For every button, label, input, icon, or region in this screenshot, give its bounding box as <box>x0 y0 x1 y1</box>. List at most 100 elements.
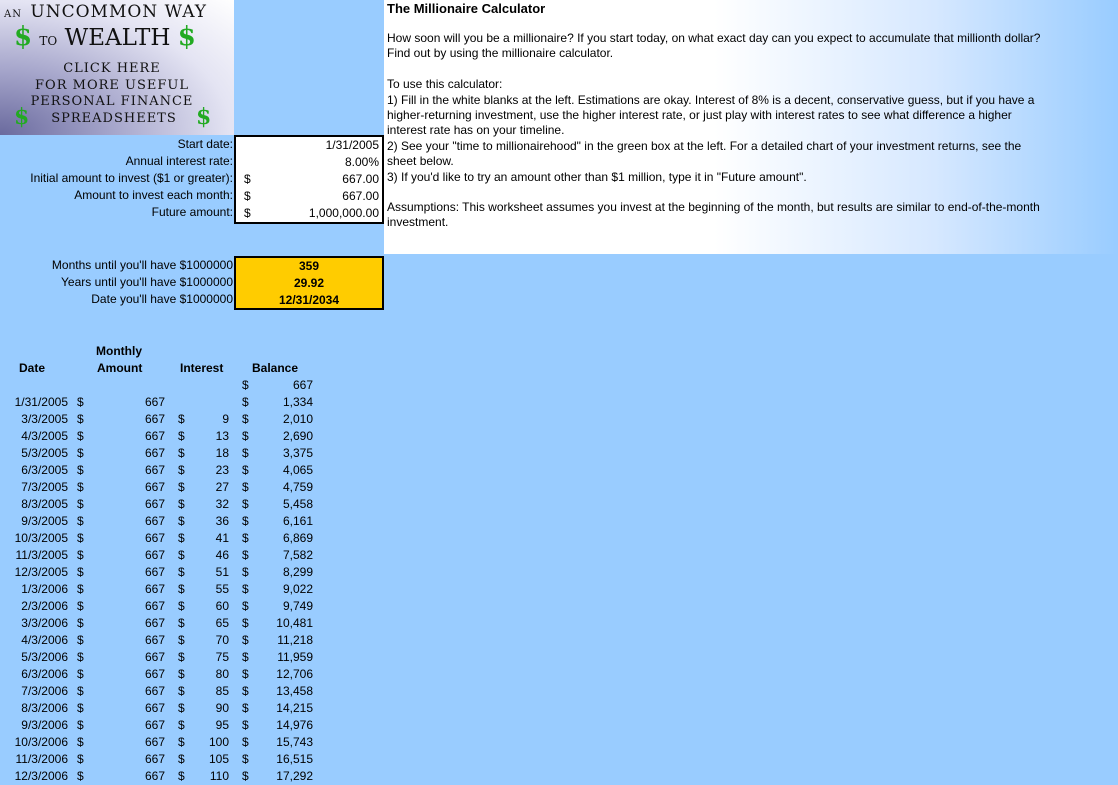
row-balance: 2,010 <box>282 412 313 426</box>
row-balance: 14,976 <box>276 718 313 732</box>
currency-symbol: $ <box>178 446 185 460</box>
currency-symbol: $ <box>77 463 84 477</box>
row-date: 3/3/2006 <box>21 616 68 630</box>
currency-symbol: $ <box>77 395 84 409</box>
currency-symbol: $ <box>242 599 249 613</box>
row-interest: 75 <box>215 650 229 664</box>
row-date: 11/3/2006 <box>15 752 69 766</box>
row-interest: 55 <box>215 582 229 596</box>
date-result-value[interactable]: 12/31/2034 <box>236 292 382 309</box>
row-date: 9/3/2006 <box>21 718 68 732</box>
row-date: 12/3/2005 <box>14 565 68 579</box>
logo-banner-link[interactable]: AN UNCOMMON WAY $ TO WEALTH $ CLICK HERE… <box>0 0 234 135</box>
logo-line2: $ TO WEALTH $ <box>14 22 196 52</box>
table-row: 5/3/2005 $667 $18 $3,375 <box>0 445 320 462</box>
balance-column-header: Balance <box>252 361 299 375</box>
currency-symbol: $ <box>77 412 84 426</box>
row-amount: 667 <box>144 480 165 494</box>
currency-symbol: $ <box>178 752 185 766</box>
currency-symbol: $ <box>178 514 185 528</box>
dollar-sign-icon: $ <box>14 104 30 130</box>
row-interest: 85 <box>215 684 229 698</box>
currency-symbol: $ <box>242 701 249 715</box>
table-row: 7/3/2005 $667 $27 $4,759 <box>0 479 320 496</box>
start-date-cell[interactable]: 1/31/2005 <box>236 137 382 154</box>
row-date: 8/3/2005 <box>21 497 68 511</box>
future-amount-label: Future amount: <box>151 205 233 219</box>
row-interest: 51 <box>215 565 229 579</box>
row-balance: 1,334 <box>282 395 313 409</box>
currency-symbol: $ <box>242 395 249 409</box>
row-balance: 6,161 <box>282 514 313 528</box>
row-date: 8/3/2006 <box>21 701 68 715</box>
monthly-amount-cell[interactable]: $ 667.00 <box>236 188 382 205</box>
row-amount: 667 <box>144 429 165 443</box>
currency-symbol: $ <box>242 378 249 392</box>
row-interest: 27 <box>215 480 229 494</box>
logo-personal-finance: PERSONAL FINANCE <box>30 94 194 109</box>
currency-symbol: $ <box>242 752 249 766</box>
currency-symbol: $ <box>178 582 185 596</box>
initial-amount-label: Initial amount to invest ($1 or greater)… <box>30 171 233 185</box>
row-amount: 667 <box>144 497 165 511</box>
initial-amount-value: 667.00 <box>342 172 379 186</box>
table-row: 1/3/2006 $667 $55 $9,022 <box>0 581 320 598</box>
currency-symbol: $ <box>77 514 84 528</box>
row-balance: 14,215 <box>276 701 313 715</box>
months-result-value[interactable]: 359 <box>236 258 382 275</box>
row-amount: 667 <box>144 514 165 528</box>
row-balance: 3,375 <box>282 446 313 460</box>
row-amount: 667 <box>144 735 165 749</box>
currency-symbol: $ <box>244 172 251 186</box>
monthly-amount-label: Amount to invest each month: <box>74 188 233 202</box>
currency-symbol: $ <box>242 480 249 494</box>
row-interest: 23 <box>215 463 229 477</box>
logo-more-useful: FOR MORE USEFUL <box>35 78 189 93</box>
input-cells: 1/31/2005 8.00% $ 667.00 $ 667.00 $ 1,00… <box>234 135 384 224</box>
currency-symbol: $ <box>77 599 84 613</box>
currency-symbol: $ <box>77 531 84 545</box>
row-balance: 5,458 <box>282 497 313 511</box>
currency-symbol: $ <box>242 429 249 443</box>
currency-symbol: $ <box>178 497 185 511</box>
row-interest: 105 <box>208 752 229 766</box>
currency-symbol: $ <box>77 769 84 783</box>
monthly-column-header: Monthly <box>96 344 142 358</box>
currency-symbol: $ <box>242 497 249 511</box>
dollar-sign-icon: $ <box>14 22 33 52</box>
howto-heading: To use this calculator: <box>387 77 503 91</box>
currency-symbol: $ <box>178 718 185 732</box>
currency-symbol: $ <box>242 514 249 528</box>
table-row: 11/3/2006 $667 $105 $16,515 <box>0 751 320 768</box>
row-balance: 11,959 <box>277 650 313 664</box>
row-balance: 7,582 <box>282 548 313 562</box>
interest-rate-cell[interactable]: 8.00% <box>236 154 382 171</box>
row-date: 6/3/2005 <box>21 463 68 477</box>
row-interest: 13 <box>215 429 229 443</box>
future-amount-cell[interactable]: $ 1,000,000.00 <box>236 205 382 222</box>
row-amount: 667 <box>144 531 165 545</box>
initial-balance-row: $ 667 <box>0 377 320 394</box>
row-interest: 80 <box>215 667 229 681</box>
years-result-value[interactable]: 29.92 <box>236 275 382 292</box>
interest-rate-label: Annual interest rate: <box>125 154 233 168</box>
row-date: 11/3/2005 <box>15 548 69 562</box>
row-balance: 6,869 <box>282 531 313 545</box>
row-date: 7/3/2005 <box>21 480 68 494</box>
row-date: 10/3/2005 <box>14 531 68 545</box>
table-row: 6/3/2005 $667 $23 $4,065 <box>0 462 320 479</box>
row-amount: 667 <box>144 446 165 460</box>
row-balance: 17,292 <box>276 769 313 783</box>
currency-symbol: $ <box>242 616 249 630</box>
initial-amount-cell[interactable]: $ 667.00 <box>236 171 382 188</box>
table-row: 6/3/2006 $667 $80 $12,706 <box>0 666 320 683</box>
interest-rate-value: 8.00% <box>344 155 379 169</box>
row-date: 1/31/2005 <box>14 395 68 409</box>
monthly-amount-value: 667.00 <box>342 189 379 203</box>
currency-symbol: $ <box>178 480 185 494</box>
currency-symbol: $ <box>77 497 84 511</box>
row-date: 1/3/2006 <box>21 582 68 596</box>
future-amount-value: 1,000,000.00 <box>308 206 379 220</box>
currency-symbol: $ <box>242 667 249 681</box>
currency-symbol: $ <box>77 548 84 562</box>
